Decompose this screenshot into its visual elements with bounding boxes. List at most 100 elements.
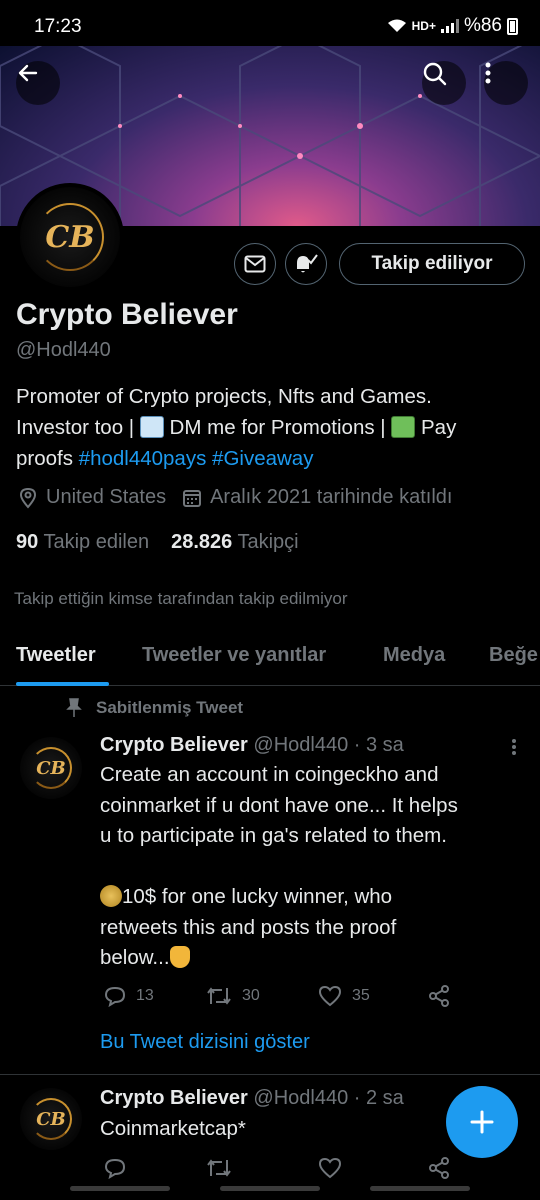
followers-label: Takipçi bbox=[237, 531, 299, 553]
bio-line-2: Investor too | DM me for Promotions | Pa… bbox=[16, 412, 526, 443]
avatar-logo: CB bbox=[20, 187, 120, 287]
tweet-handle-time: @Hodl440 · 2 sa bbox=[253, 1087, 404, 1109]
tab-likes[interactable]: Beğe bbox=[489, 644, 538, 667]
envelope-icon bbox=[244, 255, 266, 273]
following-button[interactable]: Takip ediliyor bbox=[339, 243, 525, 285]
back-button[interactable] bbox=[16, 61, 60, 105]
search-button[interactable] bbox=[422, 61, 466, 105]
nav-indicator bbox=[220, 1186, 320, 1191]
share-button[interactable] bbox=[428, 1157, 450, 1179]
pinned-tweet-label: Sabitlenmiş Tweet bbox=[66, 698, 243, 718]
bio-line-1: Promoter of Crypto projects, Nfts and Ga… bbox=[16, 385, 432, 408]
heart-icon bbox=[318, 985, 342, 1007]
share-icon bbox=[429, 985, 449, 1007]
profile-joined-date: Aralık 2021 tarihinde katıldı bbox=[210, 486, 453, 508]
tweet-line-text: below... bbox=[100, 946, 170, 969]
location-pin-icon bbox=[19, 487, 37, 509]
tweet-actions: 13 30 35 bbox=[104, 985, 504, 1011]
reply-button[interactable]: 13 bbox=[104, 985, 154, 1007]
like-count: 35 bbox=[352, 987, 370, 1004]
pointing-down-emoji-icon bbox=[169, 946, 190, 968]
tweet-avatar[interactable]: CB bbox=[20, 1088, 82, 1150]
nav-indicator bbox=[370, 1186, 470, 1191]
retweet-icon bbox=[207, 987, 231, 1005]
tab-tweets-and-replies[interactable]: Tweetler ve yanıtlar bbox=[142, 644, 326, 667]
calendar-icon bbox=[183, 489, 202, 507]
more-vertical-icon bbox=[485, 62, 491, 84]
retweet-icon bbox=[207, 1159, 231, 1177]
tweet-more-button[interactable] bbox=[504, 738, 524, 756]
profile-name: Crypto Believer bbox=[16, 298, 238, 331]
reply-button[interactable] bbox=[104, 1157, 126, 1179]
bio-text: proofs bbox=[16, 447, 79, 470]
tab-media[interactable]: Medya bbox=[383, 644, 445, 667]
tweet-line: coinmarket if u dont have one... It help… bbox=[100, 793, 458, 817]
profile-location: United States bbox=[46, 486, 167, 508]
tweet-line: Create an account in coingeckho and bbox=[100, 763, 439, 786]
tweet-author-name[interactable]: Crypto Believer bbox=[100, 1087, 248, 1109]
tweet-actions bbox=[104, 1157, 504, 1183]
followers-count: 28.826 bbox=[171, 531, 233, 553]
message-button[interactable] bbox=[234, 243, 276, 285]
bio-line-3: proofs #hodl440pays #Giveaway bbox=[16, 443, 526, 474]
reply-icon bbox=[104, 986, 126, 1007]
profile-handle: @Hodl440 bbox=[16, 339, 111, 361]
tweet-line: 10$ for one lucky winner, who bbox=[100, 882, 525, 913]
retweet-button[interactable]: 30 bbox=[206, 985, 260, 1007]
bio-text: Pay bbox=[415, 416, 457, 439]
money-bag-emoji-icon bbox=[100, 885, 122, 907]
tweet-text: Create an account in coingeckho and coin… bbox=[100, 760, 525, 974]
following-label: Takip edilen bbox=[43, 531, 150, 553]
battery-level: %86 bbox=[463, 15, 502, 36]
tweet-line: retweets this and posts the proof bbox=[100, 915, 397, 939]
tweet-avatar[interactable]: CB bbox=[20, 737, 82, 799]
tweet-line: below... bbox=[100, 943, 525, 974]
reply-count: 13 bbox=[136, 987, 154, 1004]
envelope-emoji-icon bbox=[139, 416, 164, 438]
tab-tweets[interactable]: Tweetler bbox=[16, 644, 96, 667]
pinned-label-text: Sabitlenmiş Tweet bbox=[96, 698, 244, 717]
bio-text: DM me for Promotions | bbox=[163, 416, 392, 439]
status-bar: 17:23 HD+ %86 bbox=[0, 0, 540, 46]
network-type: HD+ bbox=[411, 19, 436, 33]
more-vertical-icon bbox=[512, 739, 516, 755]
like-button[interactable]: 35 bbox=[318, 985, 370, 1007]
not-followed-notice: Takip ettiğin kimse tarafından takip edi… bbox=[14, 589, 348, 608]
tweet-header: Crypto Believer @Hodl440 · 3 sa bbox=[100, 734, 404, 757]
compose-tweet-button[interactable] bbox=[446, 1086, 518, 1158]
notifications-button[interactable] bbox=[285, 243, 327, 285]
profile-tabs: Tweetler Tweetler ve yanıtlar Medya Beğe bbox=[0, 630, 540, 686]
pin-icon bbox=[66, 698, 82, 717]
signal-icon bbox=[440, 19, 459, 33]
bio-text: Investor too | bbox=[16, 416, 140, 439]
following-count-link[interactable]: 90 Takip edilen bbox=[16, 531, 149, 554]
hashtag-link[interactable]: #Giveaway bbox=[212, 447, 313, 470]
status-time: 17:23 bbox=[34, 16, 82, 37]
battery-icon bbox=[507, 17, 518, 35]
active-tab-indicator bbox=[16, 682, 109, 686]
wifi-icon bbox=[387, 19, 406, 32]
profile-avatar[interactable]: CB bbox=[16, 183, 124, 291]
money-emoji-icon bbox=[391, 416, 416, 438]
profile-bio: Promoter of Crypto projects, Nfts and Ga… bbox=[16, 381, 526, 474]
following-count: 90 bbox=[16, 531, 39, 553]
share-button[interactable] bbox=[428, 985, 450, 1007]
search-icon bbox=[423, 62, 447, 86]
show-thread-link[interactable]: Bu Tweet dizisini göster bbox=[100, 1031, 310, 1054]
share-icon bbox=[429, 1157, 449, 1179]
bell-check-icon bbox=[297, 254, 318, 273]
nav-indicator bbox=[70, 1186, 170, 1191]
more-options-button[interactable] bbox=[484, 61, 528, 105]
retweet-button[interactable] bbox=[206, 1157, 232, 1179]
plus-icon bbox=[470, 1110, 494, 1134]
heart-icon bbox=[318, 1157, 342, 1179]
tweet-line: u to participate in ga's related to them… bbox=[100, 824, 447, 847]
profile-meta: United States Aralık 2021 tarihinde katı… bbox=[18, 486, 452, 509]
tweet-divider bbox=[0, 1074, 540, 1075]
hashtag-link[interactable]: #hodl440pays bbox=[79, 447, 207, 470]
tweet-header: Crypto Believer @Hodl440 · 2 sa bbox=[100, 1087, 404, 1110]
tweet-author-name[interactable]: Crypto Believer bbox=[100, 734, 248, 756]
reply-icon bbox=[104, 1158, 126, 1179]
followers-count-link[interactable]: 28.826 Takipçi bbox=[171, 531, 299, 554]
like-button[interactable] bbox=[318, 1157, 342, 1179]
